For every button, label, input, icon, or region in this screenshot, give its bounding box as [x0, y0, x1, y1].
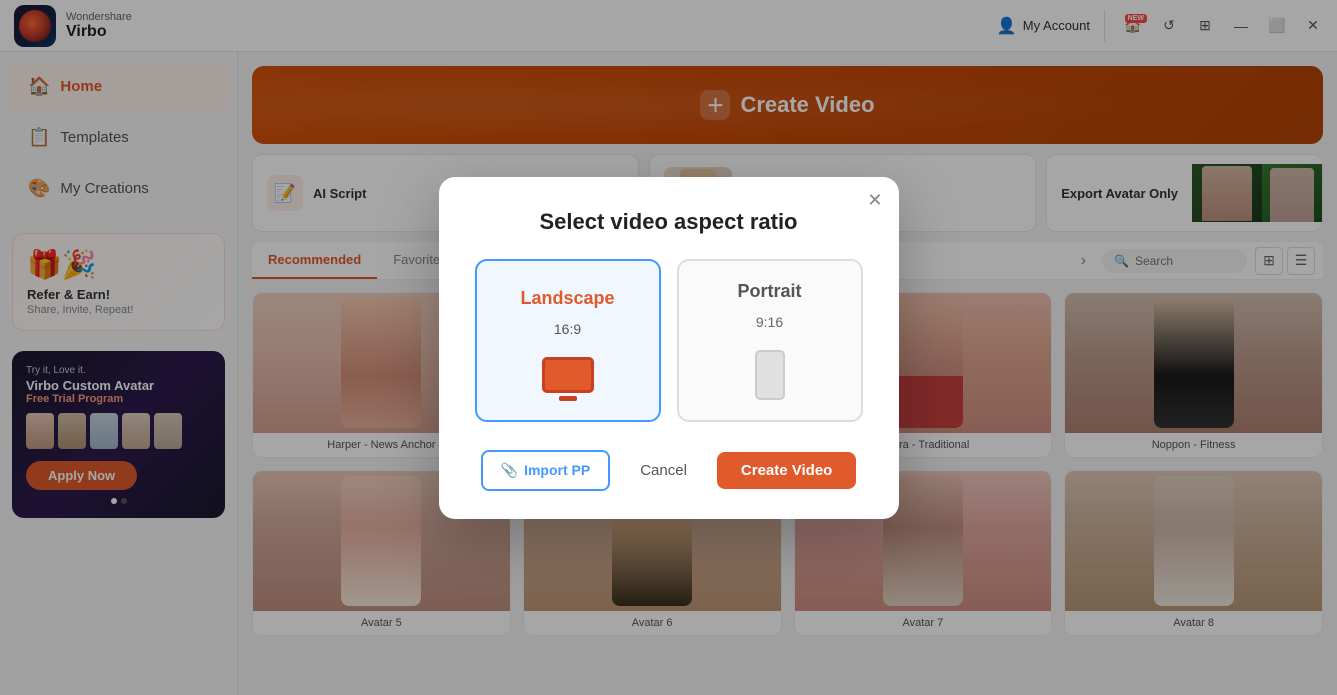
import-pp-label: Import PP: [524, 462, 590, 478]
portrait-label: Portrait: [737, 281, 801, 302]
import-pp-button[interactable]: 📎 Import PP: [481, 450, 611, 491]
cancel-button[interactable]: Cancel: [622, 452, 705, 489]
modal-actions: 📎 Import PP Cancel Create Video: [475, 450, 863, 491]
portrait-ratio: 9:16: [756, 314, 783, 330]
landscape-icon: [542, 357, 594, 393]
portrait-option[interactable]: Portrait 9:16: [677, 259, 863, 422]
aspect-ratio-modal: ✕ Select video aspect ratio Landscape 16…: [439, 177, 899, 519]
modal-close-button[interactable]: ✕: [867, 191, 882, 209]
portrait-icon-wrapper: [755, 350, 785, 400]
modal-overlay: ✕ Select video aspect ratio Landscape 16…: [0, 0, 1337, 695]
import-pp-icon: 📎: [501, 462, 518, 479]
modal-title: Select video aspect ratio: [475, 209, 863, 235]
landscape-ratio: 16:9: [554, 321, 581, 337]
create-video-button[interactable]: Create Video: [717, 452, 856, 489]
landscape-label: Landscape: [520, 288, 614, 309]
landscape-option[interactable]: Landscape 16:9: [475, 259, 661, 422]
portrait-icon: [755, 350, 785, 400]
landscape-icon-wrapper: [542, 357, 594, 393]
landscape-stand: [559, 396, 577, 401]
aspect-options: Landscape 16:9 Portrait 9:16: [475, 259, 863, 422]
